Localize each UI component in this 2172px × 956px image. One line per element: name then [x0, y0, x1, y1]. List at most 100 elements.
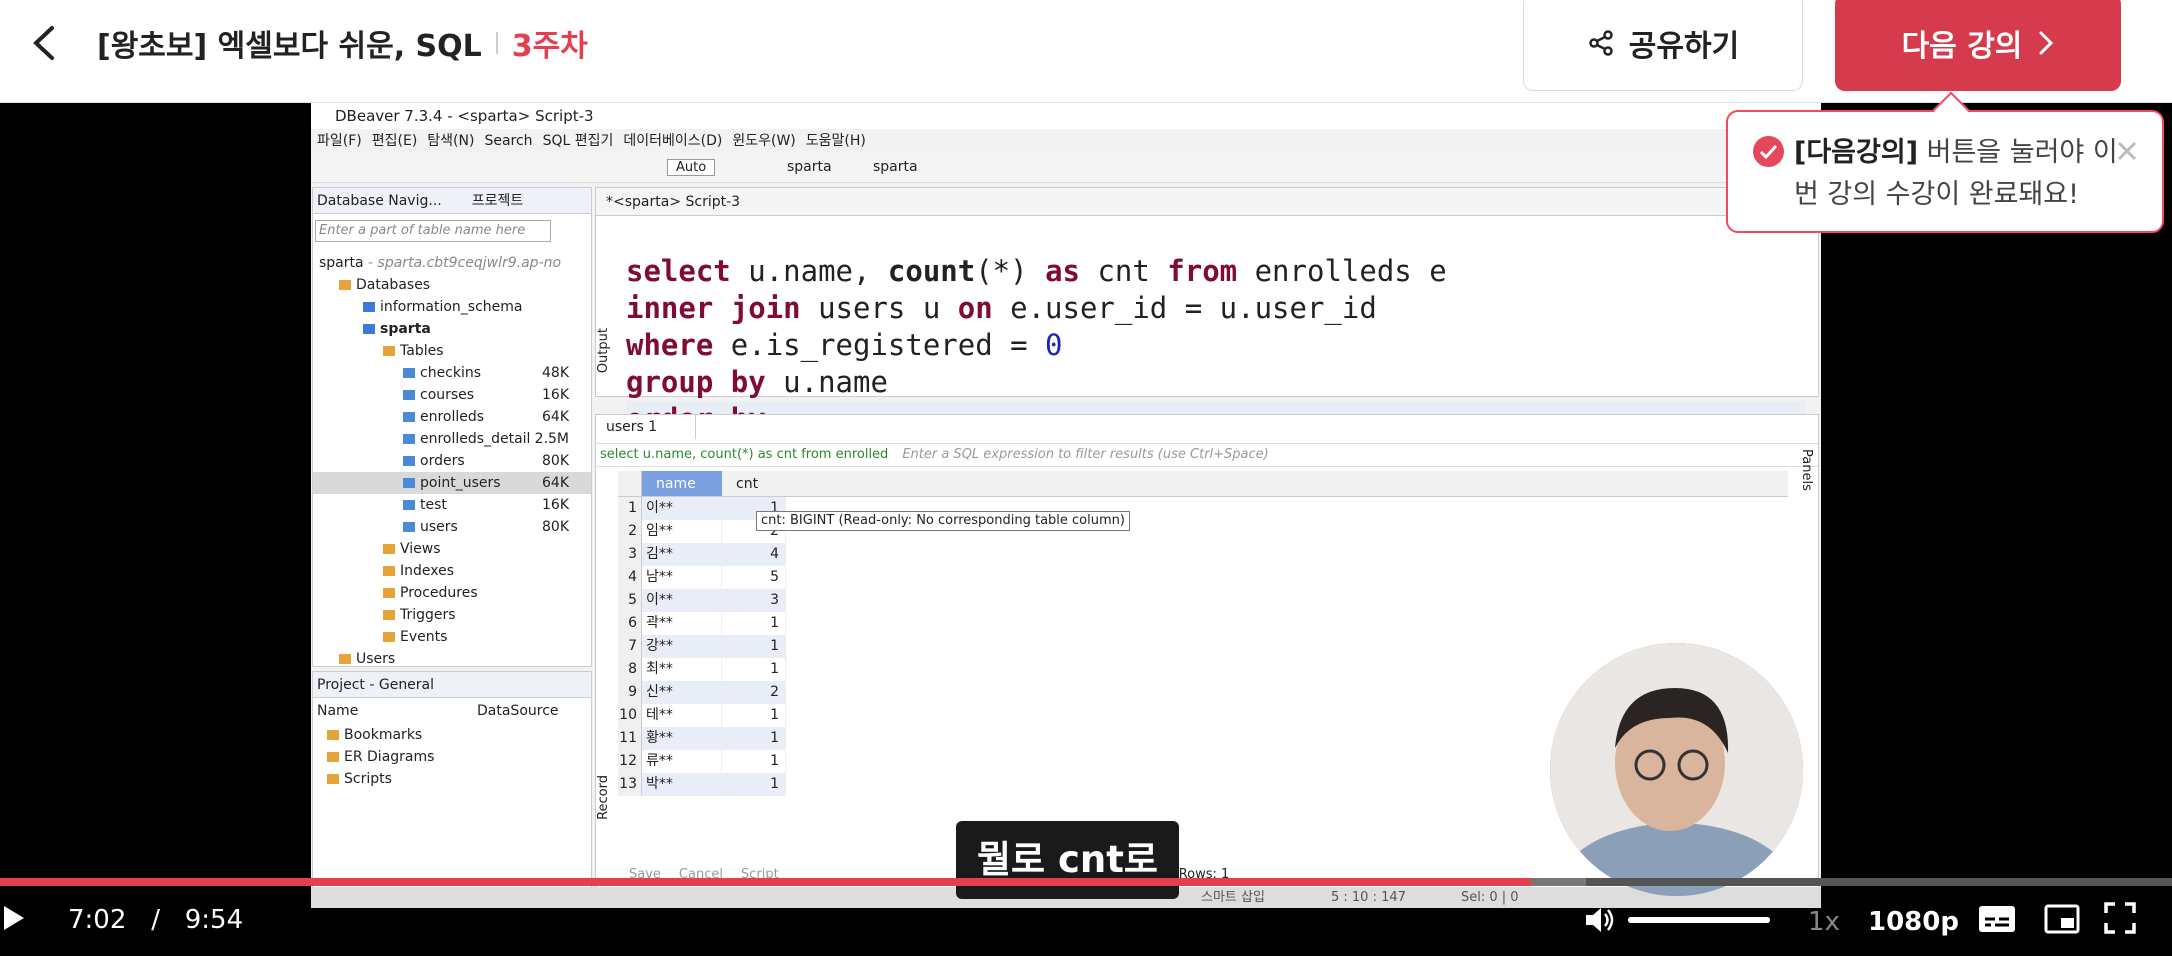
- record-label[interactable]: Record: [596, 775, 616, 820]
- cell-name[interactable]: 강**: [642, 635, 722, 658]
- cell-name[interactable]: 박**: [642, 773, 722, 796]
- table-row[interactable]: 6 곽** 1: [618, 612, 1788, 635]
- col-datasource: DataSource: [477, 703, 559, 719]
- cell-name[interactable]: 이**: [642, 497, 722, 520]
- cell-cnt[interactable]: 1: [722, 727, 786, 750]
- progress-bar[interactable]: [0, 878, 2172, 886]
- table-node[interactable]: orders 80K: [313, 450, 591, 472]
- table-size: 48K: [542, 365, 569, 381]
- next-lecture-button[interactable]: 다음 강의: [1835, 0, 2121, 91]
- cell-name[interactable]: 황**: [642, 727, 722, 750]
- time-display: 7:02 / 9:54: [68, 900, 243, 940]
- cell-name[interactable]: 최**: [642, 658, 722, 681]
- quality-selector[interactable]: 1080p: [1868, 902, 1959, 942]
- row-number: 5: [618, 589, 642, 612]
- sql-code[interactable]: select u.name, count(*) as cnt from enro…: [626, 216, 1806, 438]
- table-icon: [403, 500, 415, 510]
- table-node[interactable]: courses 16K: [313, 384, 591, 406]
- cell-cnt[interactable]: 4: [722, 543, 786, 566]
- filter-bar[interactable]: select u.name, count(*) as cnt from enro…: [596, 443, 1818, 467]
- fullscreen-icon[interactable]: [2102, 900, 2138, 936]
- cell-cnt[interactable]: 1: [722, 750, 786, 773]
- results-tab[interactable]: users 1: [596, 415, 696, 439]
- table-icon: [403, 412, 415, 422]
- subtitles-icon[interactable]: [1977, 902, 2017, 936]
- table-row[interactable]: 5 이** 3: [618, 589, 1788, 612]
- databases-label: Databases: [356, 277, 431, 293]
- cell-cnt[interactable]: 1: [722, 635, 786, 658]
- share-button[interactable]: 공유하기: [1523, 0, 1803, 91]
- cell-cnt[interactable]: 1: [722, 658, 786, 681]
- cell-name[interactable]: 임**: [642, 520, 722, 543]
- cell-name[interactable]: 곽**: [642, 612, 722, 635]
- close-icon[interactable]: [2112, 136, 2142, 166]
- folder-name: Triggers: [400, 607, 456, 623]
- folder-node[interactable]: Procedures: [313, 582, 591, 604]
- column-header-cnt[interactable]: cnt: [722, 471, 786, 496]
- table-size: 80K: [542, 519, 569, 535]
- row-number: 6: [618, 612, 642, 635]
- table-row[interactable]: 3 김** 4: [618, 543, 1788, 566]
- folder-node[interactable]: Triggers: [313, 604, 591, 626]
- cell-cnt[interactable]: 5: [722, 566, 786, 589]
- folder-node[interactable]: Events: [313, 626, 591, 648]
- datasource-select: sparta: [787, 159, 832, 175]
- project-item[interactable]: Scripts: [313, 768, 591, 790]
- project-item[interactable]: ER Diagrams: [313, 746, 591, 768]
- table-node[interactable]: checkins 48K: [313, 362, 591, 384]
- table-row[interactable]: 7 강** 1: [618, 635, 1788, 658]
- menu-item[interactable]: 편집(E): [372, 129, 418, 153]
- navigator-tabs: Database Navig... 프로젝트: [313, 188, 591, 214]
- cell-name[interactable]: 남**: [642, 566, 722, 589]
- project-tab: Project - General: [313, 672, 591, 698]
- table-row[interactable]: 4 남** 5: [618, 566, 1788, 589]
- cell-name[interactable]: 테**: [642, 704, 722, 727]
- panels-label[interactable]: Panels: [1794, 449, 1814, 491]
- sql-line-2: inner join users u on e.user_id = u.user…: [626, 291, 1377, 325]
- filter-input[interactable]: Enter a SQL expression to filter results…: [902, 447, 1268, 462]
- row-number: 3: [618, 543, 642, 566]
- table-size: 2.5M: [534, 431, 569, 447]
- table-node[interactable]: enrolleds 64K: [313, 406, 591, 428]
- menu-item[interactable]: 파일(F): [317, 129, 362, 153]
- table-node[interactable]: test 16K: [313, 494, 591, 516]
- menu-item[interactable]: 탐색(N): [427, 129, 474, 153]
- folder-name: Procedures: [400, 585, 478, 601]
- cell-cnt[interactable]: 2: [722, 681, 786, 704]
- table-node[interactable]: users 80K: [313, 516, 591, 538]
- play-button[interactable]: [0, 898, 30, 938]
- cell-cnt[interactable]: 1: [722, 773, 786, 796]
- cell-cnt[interactable]: 1: [722, 612, 786, 635]
- tree-conn: sparta - sparta.cbt9ceqjwlr9.ap-no: [313, 252, 591, 274]
- cell-cnt[interactable]: 3: [722, 589, 786, 612]
- pip-icon[interactable]: [2043, 902, 2081, 936]
- table-name: test: [420, 497, 447, 513]
- sql-editor[interactable]: *<sparta> Script-3 Output select u.name,…: [595, 187, 1819, 438]
- menu-item[interactable]: Search: [484, 129, 532, 153]
- table-node[interactable]: point_users 64K: [313, 472, 591, 494]
- menu-item[interactable]: SQL 편집기: [543, 129, 614, 153]
- row-number: 2: [618, 520, 642, 543]
- playback-speed[interactable]: 1x: [1808, 902, 1840, 942]
- folder-name: Events: [400, 629, 448, 645]
- table-node[interactable]: enrolleds_detail 2.5M: [313, 428, 591, 450]
- project-item[interactable]: Bookmarks: [313, 724, 591, 746]
- cell-name[interactable]: 이**: [642, 589, 722, 612]
- users-label: Users: [356, 651, 396, 667]
- duration: 9:54: [184, 905, 244, 935]
- column-header-name[interactable]: name: [642, 471, 722, 496]
- volume-button[interactable]: [1582, 900, 1616, 940]
- back-button[interactable]: [20, 18, 66, 68]
- cell-name[interactable]: 김**: [642, 543, 722, 566]
- table-name: enrolleds_detail: [420, 431, 531, 447]
- volume-slider[interactable]: [1628, 917, 1770, 923]
- cell-cnt[interactable]: 1: [722, 704, 786, 727]
- menu-item[interactable]: 데이터베이스(D): [623, 129, 722, 153]
- menu-item[interactable]: 도움말(H): [806, 129, 866, 153]
- folder-node[interactable]: Views: [313, 538, 591, 560]
- editor-tab[interactable]: *<sparta> Script-3: [596, 188, 1818, 216]
- cell-name[interactable]: 신**: [642, 681, 722, 704]
- cell-name[interactable]: 류**: [642, 750, 722, 773]
- folder-node[interactable]: Indexes: [313, 560, 591, 582]
- menu-item[interactable]: 윈도우(W): [732, 129, 795, 153]
